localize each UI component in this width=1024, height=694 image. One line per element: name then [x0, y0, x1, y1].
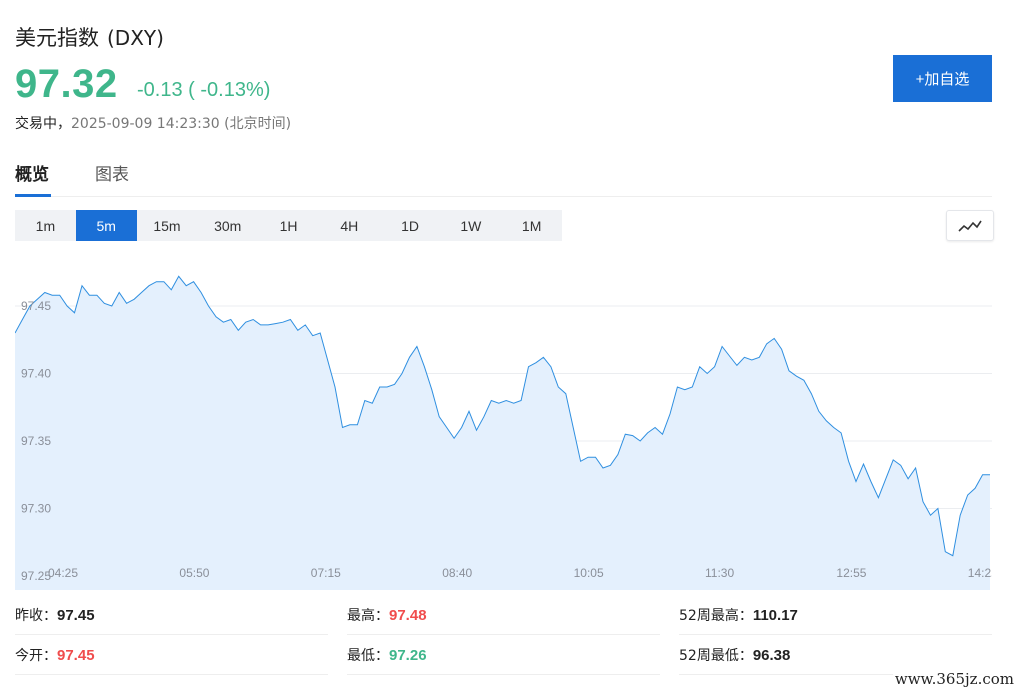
stat-prev-close: 昨收： 97.45 [15, 596, 328, 635]
interval-4h[interactable]: 4H [319, 210, 380, 241]
stat-value: 110.17 [752, 606, 798, 624]
stat-value: 97.48 [389, 606, 427, 624]
y-tick-label: 97.30 [21, 502, 51, 516]
x-tick-label: 14:2 [968, 566, 992, 580]
site-watermark: www.365jz.com [892, 670, 1016, 688]
stat-label: 最低： [347, 648, 389, 664]
stat-label: 今开： [15, 648, 57, 664]
line-chart-icon [958, 220, 982, 232]
interval-selector: 1m 5m 15m 30m 1H 4H 1D 1W 1M [15, 210, 562, 241]
x-tick-label: 05:50 [179, 566, 209, 580]
y-tick-label: 97.25 [21, 569, 51, 583]
x-tick-label: 12:55 [836, 566, 866, 580]
y-tick-label: 97.40 [21, 367, 51, 381]
instrument-code: (DXY) [107, 26, 164, 50]
tab-chart[interactable]: 图表 [95, 160, 129, 194]
stat-label: 52周最高： [679, 608, 753, 624]
x-tick-label: 04:25 [48, 566, 78, 580]
price-chart: 97.25 97.30 97.35 97.40 97.45 04:25 05:50 07:15… [15, 254, 992, 590]
stat-label: 52周最低： [679, 648, 753, 664]
stat-value: 97.45 [57, 606, 95, 624]
chart-type-button[interactable] [946, 210, 994, 241]
stat-52w-high: 52周最高： 110.17 [679, 596, 992, 635]
stat-value: 96.38 [752, 646, 791, 664]
interval-1w[interactable]: 1W [440, 210, 501, 241]
stat-open: 今开： 97.45 [15, 636, 328, 675]
last-price: 97.32 [15, 62, 118, 106]
trading-status: 交易中，2025-09-09 14:23:30 (北京时间) [15, 113, 291, 133]
y-tick-label: 97.45 [21, 299, 51, 313]
stat-value: 97.26 [389, 646, 427, 664]
tab-overview[interactable]: 概览 [15, 160, 51, 197]
stat-label: 最高： [347, 608, 389, 624]
stat-low: 最低： 97.26 [347, 636, 660, 675]
interval-1h[interactable]: 1H [258, 210, 319, 241]
add-watchlist-button[interactable]: +加自选 [893, 55, 992, 102]
x-tick-label: 10:05 [574, 566, 604, 580]
y-tick-label: 97.35 [21, 434, 51, 448]
interval-30m[interactable]: 30m [197, 210, 258, 241]
status-text: 交易中， [15, 116, 71, 132]
x-tick-label: 11:30 [705, 566, 734, 580]
interval-1mo[interactable]: 1M [501, 210, 562, 241]
interval-1d[interactable]: 1D [380, 210, 441, 241]
tab-bar: 概览 图表 [15, 160, 992, 197]
instrument-title: 美元指数 (DXY) [15, 22, 164, 52]
interval-5m[interactable]: 5m [75, 210, 137, 241]
interval-15m[interactable]: 15m [137, 210, 198, 241]
instrument-name: 美元指数 [15, 26, 99, 50]
quote-time: 2025-09-09 14:23:30 (北京时间) [71, 116, 292, 132]
x-tick-label: 08:40 [442, 566, 472, 580]
stat-label: 昨收： [15, 608, 57, 624]
x-tick-label: 07:15 [311, 566, 341, 580]
price-change: -0.13 ( -0.13%) [137, 79, 271, 101]
stat-high: 最高： 97.48 [347, 596, 660, 635]
stat-value: 97.45 [57, 646, 95, 664]
interval-1m[interactable]: 1m [15, 210, 76, 241]
